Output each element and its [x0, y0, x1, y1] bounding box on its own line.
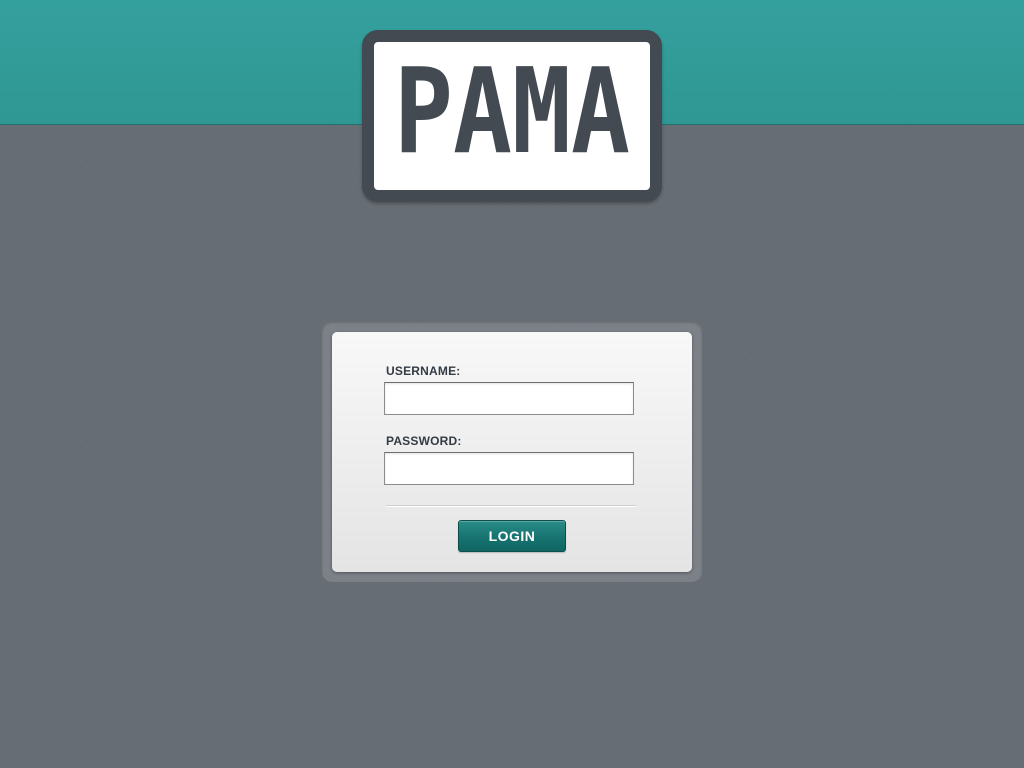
password-label: PASSWORD: [386, 434, 462, 448]
login-button[interactable]: LOGIN [458, 520, 566, 552]
login-panel: USERNAME: PASSWORD: LOGIN [332, 332, 692, 572]
form-divider [386, 505, 636, 507]
logo-text: PAMA [394, 42, 630, 180]
pama-logo: PAMA [362, 30, 662, 202]
username-label: USERNAME: [386, 364, 461, 378]
logo-wordmark: PAMA [394, 42, 630, 180]
password-input[interactable] [384, 452, 634, 485]
username-input[interactable] [384, 382, 634, 415]
